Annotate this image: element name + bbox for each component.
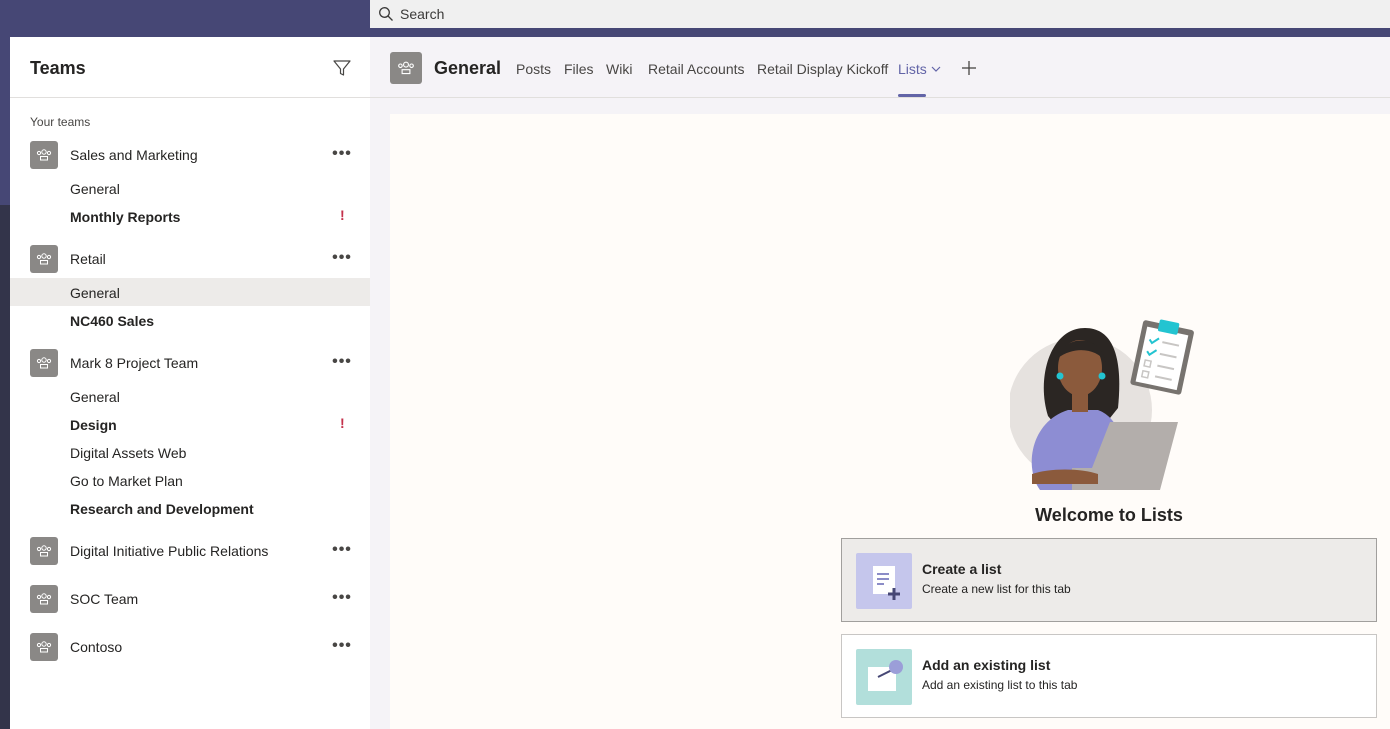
- channel-item-selected[interactable]: General: [10, 278, 370, 306]
- channel-team-icon: [390, 52, 422, 84]
- create-list-title: Create a list: [922, 561, 1002, 577]
- more-options-icon[interactable]: •••: [332, 145, 352, 165]
- search-icon: [379, 7, 393, 21]
- more-options-icon[interactable]: •••: [332, 589, 352, 609]
- existing-list-icon: [856, 649, 912, 705]
- existing-list-title: Add an existing list: [922, 657, 1051, 673]
- alert-icon: !: [340, 207, 345, 223]
- channel-item[interactable]: General: [10, 382, 370, 410]
- channel-name: Go to Market Plan: [70, 473, 183, 489]
- team-sales-and-marketing[interactable]: Sales and Marketing •••: [10, 139, 370, 171]
- channel-name: NC460 Sales: [70, 313, 155, 329]
- app-rail-active: [0, 37, 10, 205]
- tab-retail-display-kickoff[interactable]: Retail Display Kickoff: [757, 61, 888, 77]
- team-name: Digital Initiative Public Relations: [70, 543, 269, 559]
- more-options-icon[interactable]: •••: [332, 541, 352, 561]
- channel-header: General Posts Files Wiki Retail Accounts…: [370, 37, 1390, 98]
- channel-item[interactable]: Digital Assets Web: [10, 438, 370, 466]
- search-box[interactable]: Search: [370, 0, 1390, 28]
- channel-name: General: [70, 389, 120, 405]
- channel-name: Monthly Reports: [70, 209, 181, 225]
- team-retail[interactable]: Retail •••: [10, 243, 370, 275]
- sidebar-title: Teams: [30, 58, 86, 78]
- chevron-down-icon[interactable]: [930, 63, 942, 75]
- channel-name: Digital Assets Web: [70, 445, 187, 461]
- tab-retail-accounts[interactable]: Retail Accounts: [648, 61, 745, 77]
- team-icon: [30, 245, 58, 273]
- filter-icon[interactable]: [332, 58, 352, 78]
- create-list-button[interactable]: Create a list Create a new list for this…: [841, 538, 1377, 622]
- more-options-icon[interactable]: •••: [332, 249, 352, 269]
- channel-item[interactable]: Design!: [10, 410, 370, 438]
- lists-content: Welcome to Lists Create a list Create a …: [390, 114, 1390, 729]
- welcome-heading-wrap: Welcome to Lists: [390, 505, 1390, 526]
- team-digital-initiative-public-relations[interactable]: Digital Initiative Public Relations •••: [10, 535, 370, 567]
- team-name: Sales and Marketing: [70, 147, 198, 163]
- team-contoso[interactable]: Contoso •••: [10, 631, 370, 663]
- sidebar-header: Teams: [10, 37, 370, 98]
- team-soc-team[interactable]: SOC Team •••: [10, 583, 370, 615]
- add-existing-list-button[interactable]: Add an existing list Add an existing lis…: [841, 634, 1377, 718]
- channel-name: General: [70, 285, 120, 301]
- channel-item[interactable]: Go to Market Plan: [10, 466, 370, 494]
- team-icon: [30, 141, 58, 169]
- main-area: General Posts Files Wiki Retail Accounts…: [370, 37, 1390, 729]
- add-tab-icon[interactable]: [960, 59, 978, 77]
- welcome-heading: Welcome to Lists: [1035, 505, 1183, 525]
- channel-item[interactable]: General: [10, 174, 370, 202]
- search-placeholder: Search: [400, 6, 445, 22]
- channel-item[interactable]: Research and Development: [10, 494, 370, 522]
- tab-files[interactable]: Files: [564, 61, 594, 77]
- tab-wiki[interactable]: Wiki: [606, 61, 632, 77]
- active-tab-indicator: [898, 94, 926, 97]
- team-name: SOC Team: [70, 591, 139, 607]
- more-options-icon[interactable]: •••: [332, 353, 352, 373]
- existing-list-desc: Add an existing list to this tab: [922, 678, 1078, 692]
- team-mark-8-project-team[interactable]: Mark 8 Project Team •••: [10, 347, 370, 379]
- channel-item[interactable]: NC460 Sales: [10, 306, 370, 334]
- team-name: Mark 8 Project Team: [70, 355, 199, 371]
- tab-lists[interactable]: Lists: [898, 61, 927, 77]
- teams-sidebar: Teams Your teams Sales and Marketing •••…: [10, 37, 370, 729]
- team-icon: [30, 537, 58, 565]
- your-teams-label: Your teams: [30, 115, 91, 129]
- channel-name: Design: [70, 417, 117, 433]
- team-icon: [30, 349, 58, 377]
- team-name: Retail: [70, 251, 106, 267]
- channel-item[interactable]: Monthly Reports!: [10, 202, 370, 230]
- channel-title: General: [434, 58, 502, 78]
- team-icon: [30, 633, 58, 661]
- tab-posts[interactable]: Posts: [516, 61, 551, 77]
- channel-name: Research and Development: [70, 501, 254, 517]
- channel-name: General: [70, 181, 120, 197]
- team-name: Contoso: [70, 639, 123, 655]
- team-icon: [30, 585, 58, 613]
- more-options-icon[interactable]: •••: [332, 637, 352, 657]
- create-list-desc: Create a new list for this tab: [922, 582, 1071, 596]
- lists-welcome-illustration: [1010, 319, 1194, 490]
- alert-icon: !: [340, 415, 345, 431]
- create-list-icon: [856, 553, 912, 609]
